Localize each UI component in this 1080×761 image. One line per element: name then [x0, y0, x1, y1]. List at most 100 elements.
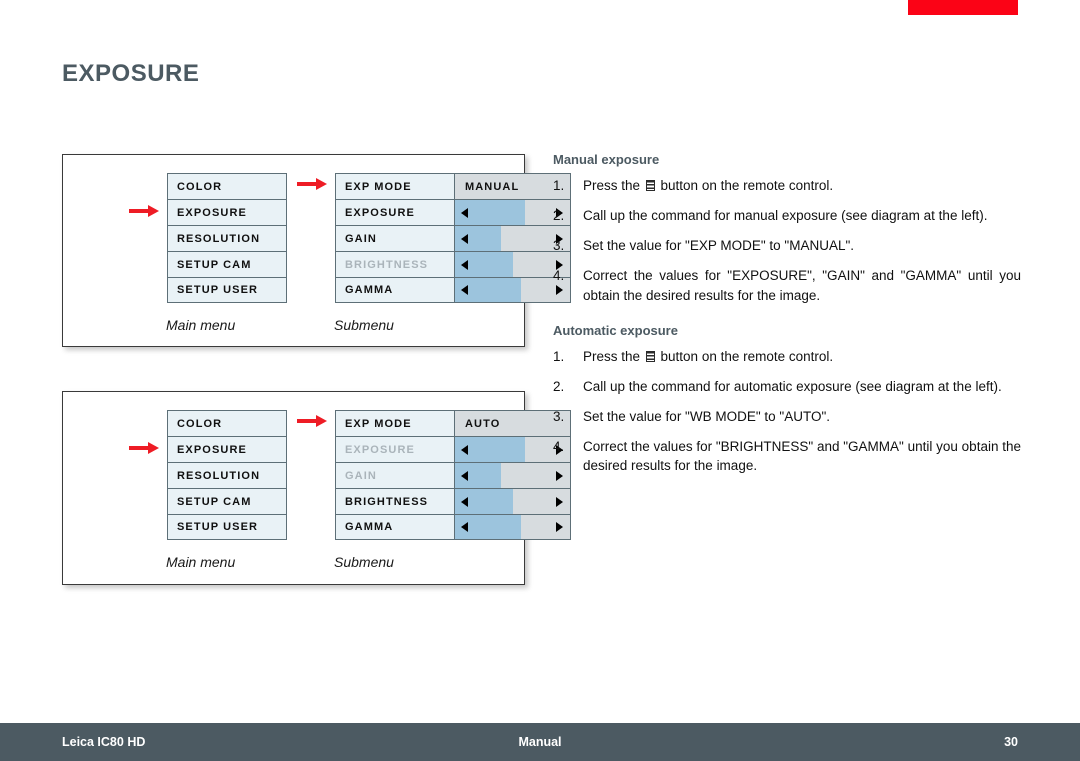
footer-page-number: 30 [1004, 735, 1018, 749]
arrow-pointing-to-submenu [297, 415, 327, 427]
submenu-item-slider[interactable] [454, 515, 570, 539]
submenu-item-label: EXPOSURE [345, 443, 415, 456]
instruction-step: 1. Press the button on the remote control… [553, 347, 1021, 366]
step-text-part: Set the value for "EXP MODE" to "MANUAL"… [583, 238, 855, 254]
instruction-section: Manual exposure 1. Press the button on the… [553, 152, 1021, 305]
step-number: 2. [553, 208, 565, 224]
instruction-step: 4. Correct the values for "BRIGHTNESS" an… [553, 437, 1021, 475]
submenu-manual: EXP MODE MANUAL EXPOSURE GAIN BRIGHTNESS GAMM… [335, 173, 571, 303]
submenu-item-label: GAIN [345, 232, 377, 245]
submenu-item[interactable]: GAIN [335, 225, 571, 251]
page-footer: Leica IC80 HD Manual 30 [0, 723, 1080, 761]
step-text-part: button on the remote control. [656, 348, 834, 364]
step-text: Correct the values for "BRIGHTNESS" and … [583, 437, 1021, 475]
triangle-right-icon[interactable] [556, 496, 563, 507]
main-menu-item[interactable]: EXPOSURE [167, 199, 287, 225]
main-menu-item[interactable]: COLOR [167, 410, 287, 436]
triangle-left-icon[interactable] [461, 259, 468, 270]
submenu-item[interactable]: EXPOSURE [335, 199, 571, 225]
step-text-part: Correct the values for "BRIGHTNESS" and … [583, 439, 1021, 474]
main-menu-item-label: RESOLUTION [177, 232, 261, 245]
arrow-pointing-to-exposure-main [129, 205, 159, 217]
arrow-pointing-to-exposure-main [129, 442, 159, 454]
step-text-part: Call up the command for manual exposure … [583, 208, 988, 224]
main-menu-item[interactable]: SETUP USER [167, 277, 287, 303]
submenu-item[interactable]: GAMMA [335, 277, 571, 303]
submenu-item[interactable]: BRIGHTNESS [335, 251, 571, 277]
main-menu-item[interactable]: SETUP USER [167, 514, 287, 540]
step-number: 1. [553, 178, 565, 193]
main-menu-item-label: SETUP USER [177, 284, 259, 296]
diagram-automatic-exposure: COLOR EXPOSURE RESOLUTION SETUP CAM SETUP US… [62, 391, 571, 585]
step-text: Correct the values for "EXPOSURE", "GAIN… [583, 266, 1021, 304]
caption-main-menu: Main menu [166, 554, 236, 570]
step-text: Set the value for "EXP MODE" to "MANUAL"… [583, 236, 1021, 255]
instruction-section: Automatic exposure 1. Press the button on … [553, 323, 1021, 476]
main-menu-item[interactable]: RESOLUTION [167, 225, 287, 251]
section-title: Automatic exposure [553, 322, 678, 338]
submenu-auto: EXP MODE AUTO EXPOSURE GAIN BRIGHTNESS GAMMA [335, 410, 571, 540]
main-menu-item-label: COLOR [177, 180, 223, 193]
step-text-part: Press the [583, 348, 644, 364]
submenu-item-label: GAMMA [345, 284, 394, 296]
instruction-step: 3. Set the value for "WB MODE" to "AUTO". [553, 407, 1021, 426]
submenu-item[interactable]: GAMMA [335, 514, 571, 540]
submenu-item-label: GAMMA [345, 521, 394, 533]
triangle-left-icon[interactable] [461, 522, 468, 532]
main-menu-auto: COLOR EXPOSURE RESOLUTION SETUP CAM SETUP US… [167, 410, 287, 540]
instruction-step: 2. Call up the command for automatic expo… [553, 377, 1021, 396]
triangle-left-icon[interactable] [461, 444, 468, 455]
footer-document-type: Manual [518, 735, 562, 749]
section-title: Manual exposure [553, 152, 660, 167]
diagram-manual-exposure: COLOR EXPOSURE RESOLUTION SETUP CAM SETUP US… [62, 154, 571, 347]
instruction-step: 3. Set the value for "EXP MODE" to "MANUA… [553, 236, 1021, 255]
caption-submenu: Submenu [334, 554, 394, 570]
instructions-column: Manual exposure 1. Press the button on the… [553, 152, 1021, 494]
main-menu-item-label: COLOR [177, 417, 223, 430]
step-text-part: Press the [583, 178, 644, 193]
menu-button-icon [645, 180, 655, 191]
menu-button-icon [645, 350, 655, 362]
step-number: 4. [553, 439, 565, 455]
main-menu-item-label: SETUP CAM [177, 495, 252, 508]
step-number: 3. [553, 238, 565, 254]
main-menu-item[interactable]: EXPOSURE [167, 436, 287, 462]
step-number: 2. [553, 378, 565, 394]
submenu-item[interactable]: EXP MODE AUTO [335, 410, 571, 436]
main-menu-item[interactable]: RESOLUTION [167, 462, 287, 488]
triangle-left-icon[interactable] [461, 233, 468, 244]
triangle-left-icon[interactable] [461, 285, 468, 295]
instruction-step: 4. Correct the values for "EXPOSURE", "GA… [553, 266, 1021, 304]
main-menu-item-label: RESOLUTION [177, 469, 261, 482]
arrow-pointing-to-submenu [297, 178, 327, 190]
main-menu-item[interactable]: SETUP CAM [167, 488, 287, 514]
main-menu-item-label: EXPOSURE [177, 443, 247, 456]
submenu-item-label: EXP MODE [345, 417, 412, 430]
submenu-item[interactable]: BRIGHTNESS [335, 488, 571, 514]
instruction-step: 2. Call up the command for manual exposur… [553, 206, 1021, 225]
submenu-item[interactable]: EXPOSURE [335, 436, 571, 462]
submenu-item[interactable]: EXP MODE MANUAL [335, 173, 571, 199]
step-text-part: Call up the command for automatic exposu… [583, 378, 1002, 394]
main-menu-item[interactable]: SETUP CAM [167, 251, 287, 277]
triangle-right-icon[interactable] [556, 522, 563, 532]
submenu-item-label: EXPOSURE [345, 206, 415, 219]
step-text: Set the value for "WB MODE" to "AUTO". [583, 407, 1021, 426]
page-title: EXPOSURE [62, 60, 200, 87]
main-menu-item[interactable]: COLOR [167, 173, 287, 199]
triangle-left-icon[interactable] [461, 496, 468, 507]
main-menu-manual: COLOR EXPOSURE RESOLUTION SETUP CAM SETUP US… [167, 173, 287, 303]
top-accent-bar [908, 0, 1018, 15]
triangle-left-icon[interactable] [461, 207, 468, 218]
step-text-part: Set the value for "WB MODE" to "AUTO". [583, 409, 830, 425]
submenu-item-label: BRIGHTNESS [345, 258, 429, 271]
submenu-item[interactable]: GAIN [335, 462, 571, 488]
step-text: Call up the command for manual exposure … [583, 206, 1021, 225]
caption-main-menu: Main menu [166, 317, 236, 333]
footer-product-name: Leica IC80 HD [62, 735, 146, 749]
step-number: 3. [553, 409, 565, 425]
step-text-part: Correct the values for "EXPOSURE", "GAIN… [583, 268, 1021, 303]
step-text-part: button on the remote control. [656, 178, 834, 193]
triangle-left-icon[interactable] [461, 470, 468, 481]
submenu-item-label: GAIN [345, 469, 377, 482]
